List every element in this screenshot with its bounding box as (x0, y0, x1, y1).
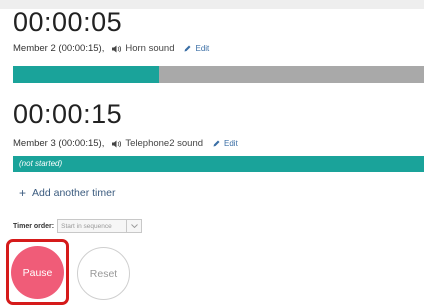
timer-order-row: Timer order: Start in sequence (13, 219, 143, 233)
timer-1-member: Member 2 (00:00:15), (13, 43, 105, 54)
reset-button[interactable]: Reset (77, 247, 130, 300)
timer-2-time: 00:00:15 (13, 99, 123, 129)
timer-2-edit-link[interactable]: Edit (213, 139, 238, 148)
timer-2-progress-bar: (not started) (13, 156, 424, 172)
timer-order-label: Timer order: (13, 222, 55, 230)
timer-1-time: 00:00:05 (13, 7, 123, 37)
speaker-icon (112, 45, 122, 52)
pencil-icon (184, 45, 191, 52)
add-timer-link[interactable]: + Add another timer (19, 186, 115, 200)
pencil-icon (213, 140, 220, 147)
timer-2-edit-label: Edit (224, 139, 238, 148)
timer-2-status: (not started) (19, 159, 63, 168)
timer-1-sound-label: Horn sound (125, 43, 175, 54)
timer-2-meta: Member 3 (00:00:15), Telephone2 sound Ed… (13, 138, 238, 149)
chevron-down-icon (126, 220, 141, 232)
timer-1-progress-bar (13, 66, 424, 83)
plus-icon: + (19, 186, 27, 200)
timer-1-edit-label: Edit (195, 44, 210, 53)
timer-order-select[interactable]: Start in sequence (57, 219, 143, 233)
timer-2-sound[interactable]: Telephone2 sound (112, 138, 203, 149)
timer-2-sound-label: Telephone2 sound (125, 138, 204, 149)
timer-1-edit-link[interactable]: Edit (184, 44, 209, 53)
add-timer-label: Add another timer (32, 187, 116, 199)
timer-1-sound[interactable]: Horn sound (112, 43, 174, 54)
speaker-icon (112, 140, 122, 147)
pause-button[interactable]: Pause (11, 246, 64, 299)
timer-1-meta: Member 2 (00:00:15), Horn sound Edit (13, 43, 209, 54)
timer-order-value: Start in sequence (61, 222, 112, 230)
timer-2-member: Member 3 (00:00:15), (13, 138, 105, 149)
timer-1-progress-fill (13, 66, 159, 83)
